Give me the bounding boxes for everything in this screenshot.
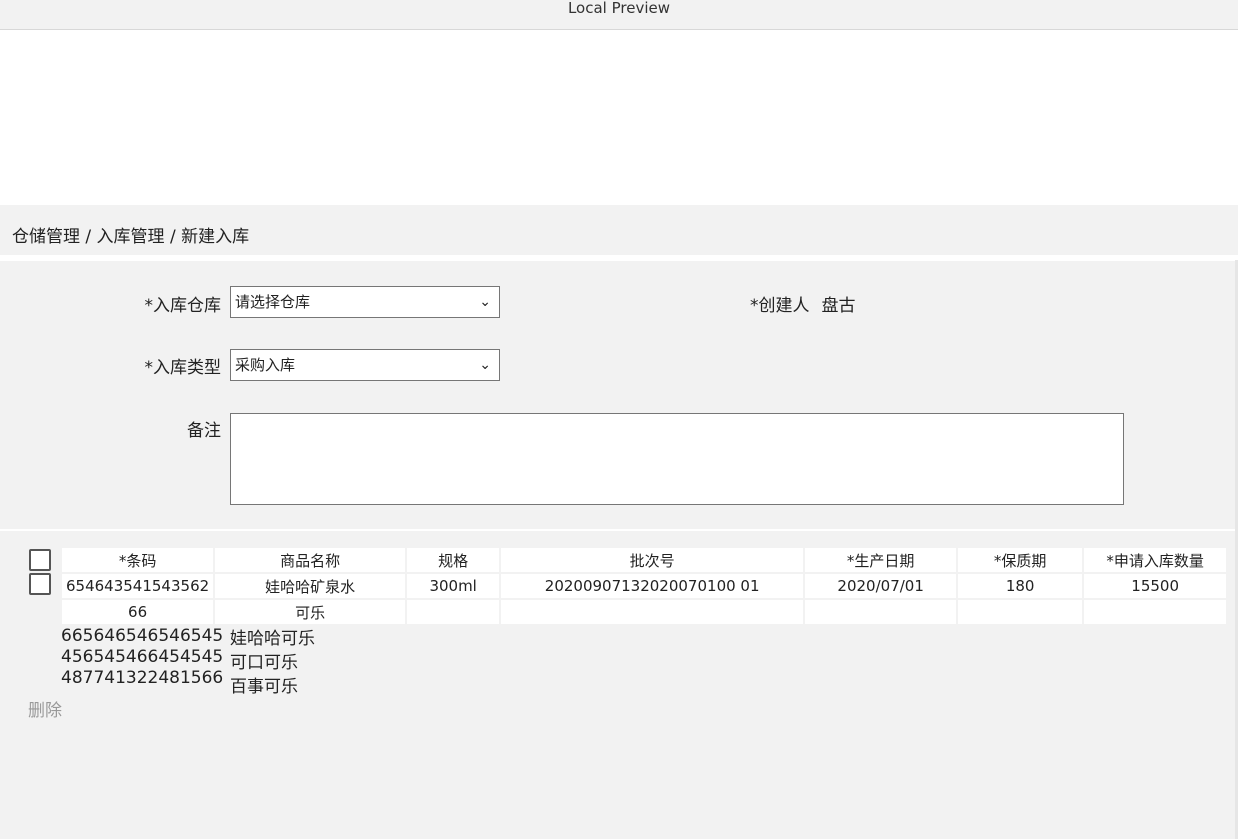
barcode-suggestion-list: 665646546546545 456545466454545 48774132… [61, 626, 223, 689]
remark-textarea[interactable] [230, 413, 1124, 505]
warehouse-label: *入库仓库 [144, 296, 222, 316]
cell-production-date[interactable] [805, 600, 957, 624]
warehouse-select-value: 请选择仓库 [235, 293, 311, 311]
cell-barcode[interactable]: 66 [62, 600, 214, 624]
breadcrumb-bar: 仓储管理 / 入库管理 / 新建入库 [0, 205, 1238, 255]
blank-area [0, 30, 1238, 205]
type-select[interactable]: 采购入库 ⌄ [230, 349, 500, 381]
cell-batch-no[interactable]: 20200907132020070100 01 [501, 574, 804, 598]
creator-value: 盘古 [821, 296, 856, 316]
delete-button[interactable]: 删除 [28, 696, 62, 721]
type-select-value: 采购入库 [235, 356, 296, 374]
header-production-date: *生产日期 [805, 548, 957, 572]
remark-label: 备注 [187, 421, 221, 441]
creator-label: *创建人 [750, 296, 810, 316]
cell-batch-no[interactable] [501, 600, 804, 624]
header-shelf-life: *保质期 [958, 548, 1083, 572]
barcode-suggestion-item[interactable]: 487741322481566 [61, 668, 223, 689]
window-title: Local Preview [567, 0, 671, 17]
cell-shelf-life[interactable] [958, 600, 1083, 624]
table-row: 654643541543562 娃哈哈矿泉水 300ml 20200907132… [62, 574, 1227, 598]
table-header-row: *条码 商品名称 规格 批次号 *生产日期 *保质期 *申请入库数量 [62, 548, 1227, 572]
inbound-form: *入库仓库 请选择仓库 ⌄ *创建人 盘古 *入库类型 采购入库 ⌄ 备注 [0, 261, 1238, 529]
header-quantity: *申请入库数量 [1084, 548, 1227, 572]
row-checkbox[interactable] [29, 573, 51, 595]
header-barcode: *条码 [62, 548, 214, 572]
cell-shelf-life[interactable]: 180 [958, 574, 1083, 598]
name-suggestion-item[interactable]: 可口可乐 [230, 651, 315, 675]
header-batch-no: 批次号 [501, 548, 804, 572]
cell-product-name[interactable]: 娃哈哈矿泉水 [215, 574, 406, 598]
cell-spec[interactable] [407, 600, 500, 624]
name-suggestion-item[interactable]: 百事可乐 [230, 675, 315, 699]
breadcrumb: 仓储管理 / 入库管理 / 新建入库 [12, 227, 250, 247]
warehouse-select[interactable]: 请选择仓库 ⌄ [230, 286, 500, 318]
select-all-checkbox[interactable] [29, 549, 51, 571]
barcode-suggestion-item[interactable]: 665646546546545 [61, 626, 223, 647]
item-list-area: *条码 商品名称 规格 批次号 *生产日期 *保质期 *申请入库数量 65464… [0, 531, 1238, 839]
window-titlebar: Local Preview [0, 0, 1238, 30]
name-suggestion-list: 娃哈哈可乐 可口可乐 百事可乐 [230, 627, 315, 699]
cell-product-name[interactable]: 可乐 [215, 600, 406, 624]
creator-field: *创建人 盘古 [750, 291, 856, 316]
cell-production-date[interactable]: 2020/07/01 [805, 574, 957, 598]
cell-barcode[interactable]: 654643541543562 [62, 574, 214, 598]
chevron-down-icon: ⌄ [479, 294, 491, 310]
header-spec: 规格 [407, 548, 500, 572]
cell-quantity[interactable]: 15500 [1084, 574, 1227, 598]
name-suggestion-item[interactable]: 娃哈哈可乐 [230, 627, 315, 651]
cell-quantity[interactable] [1084, 600, 1227, 624]
barcode-suggestion-item[interactable]: 456545466454545 [61, 647, 223, 668]
chevron-down-icon: ⌄ [479, 357, 491, 373]
type-label: *入库类型 [144, 358, 222, 378]
item-table: *条码 商品名称 规格 批次号 *生产日期 *保质期 *申请入库数量 65464… [60, 546, 1228, 626]
table-row: 66 可乐 [62, 600, 1227, 624]
header-product-name: 商品名称 [215, 548, 406, 572]
cell-spec[interactable]: 300ml [407, 574, 500, 598]
